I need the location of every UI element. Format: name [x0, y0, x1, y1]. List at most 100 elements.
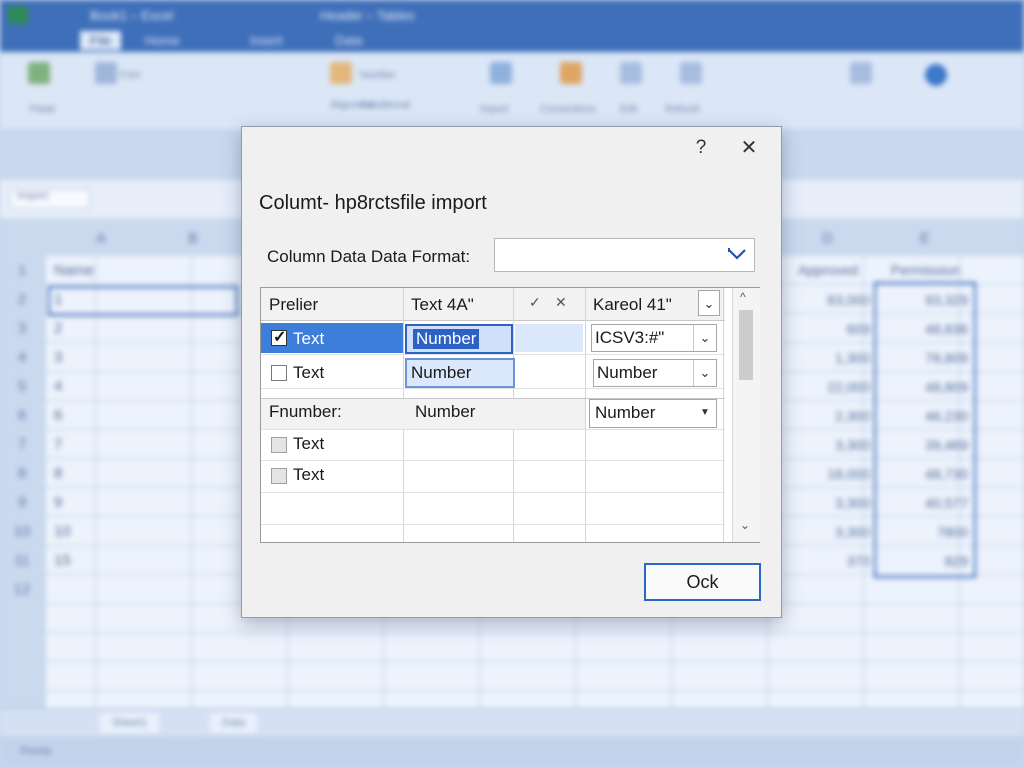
column-header-d[interactable]: D: [822, 230, 833, 247]
cell-a[interactable]: 4: [54, 378, 62, 395]
cell-a[interactable]: 8: [54, 465, 62, 482]
row-divider: [261, 524, 725, 525]
row-number[interactable]: 5: [0, 378, 44, 395]
cell-d[interactable]: 1,300: [790, 350, 870, 366]
close-icon[interactable]: ✕: [555, 294, 567, 311]
format-select[interactable]: [494, 238, 755, 272]
column-header-text[interactable]: Text 4A": [411, 295, 474, 315]
row-number[interactable]: 8: [0, 465, 44, 482]
row-number[interactable]: 7: [0, 436, 44, 453]
row-2-checkbox[interactable]: [271, 365, 287, 381]
row-4-checkbox[interactable]: [271, 437, 287, 453]
row-divider: [261, 354, 725, 355]
column-header-e[interactable]: E: [920, 230, 930, 247]
edit-icon[interactable]: [620, 62, 642, 84]
sheet-tab-data[interactable]: Data: [210, 713, 258, 733]
ribbon-tabs: File Home Insert Data: [0, 30, 1024, 52]
row-3-format-dropdown[interactable]: Number ▼: [589, 399, 717, 428]
row-headers: 1 2 3 4 5 6 7 8 9 10 11 12: [0, 256, 45, 708]
cell-a[interactable]: 10: [54, 523, 71, 540]
scrollbar-thumb[interactable]: [739, 310, 753, 380]
cell-d[interactable]: 3,300: [790, 437, 870, 453]
row-2-number-value: Number: [411, 363, 472, 382]
cell-a[interactable]: 9: [54, 494, 62, 511]
name-box[interactable]: Import: [10, 189, 90, 209]
scroll-down-icon[interactable]: ⌄: [740, 518, 750, 532]
import-dialog: ? ✕ Columt- hp8rctsfile import Column Da…: [241, 126, 782, 618]
row-number[interactable]: 9: [0, 494, 44, 511]
cell-a[interactable]: 15: [54, 552, 71, 569]
cell-d[interactable]: 3,300: [790, 524, 870, 540]
cell-a[interactable]: 7: [54, 436, 62, 453]
row-number[interactable]: 2: [0, 291, 44, 308]
check-icon[interactable]: ✓: [529, 294, 541, 311]
cell-a1-header[interactable]: Name: [54, 262, 94, 279]
cell-d-header[interactable]: Approved: [778, 262, 858, 278]
cell-d[interactable]: 3,300: [790, 495, 870, 511]
cell-d[interactable]: 609: [790, 321, 870, 337]
paste-icon[interactable]: [28, 62, 50, 84]
tab-home[interactable]: Home: [145, 33, 180, 48]
row-number[interactable]: 4: [0, 349, 44, 366]
row-number[interactable]: 12: [0, 581, 44, 598]
table-scrollbar[interactable]: ^ ⌄: [732, 288, 760, 542]
font-icon[interactable]: [95, 62, 117, 84]
import-icon[interactable]: [490, 62, 512, 84]
row-2-format-dropdown[interactable]: Number ⌄: [593, 359, 717, 387]
range-selection-e: [874, 282, 976, 578]
row-2-dropdown-value: Number: [597, 363, 658, 382]
sheet-tab-sheet1[interactable]: Sheet1: [100, 713, 159, 733]
help-circle-icon[interactable]: [925, 64, 947, 86]
row-number[interactable]: 11: [0, 552, 44, 569]
help-button[interactable]: ?: [686, 135, 716, 161]
ribbon: Paste Font Alignment Number Conditional …: [0, 52, 1024, 131]
cell-d[interactable]: 370: [790, 553, 870, 569]
row-4-label: Text: [293, 434, 325, 453]
column-header-b[interactable]: B: [188, 230, 198, 247]
ribbon-label-connections: Connections: [540, 104, 596, 115]
row-1-cell-highlight: [515, 324, 583, 352]
chevron-down-icon: ⌄: [693, 360, 716, 386]
row-3-dropdown-value: Number: [595, 403, 656, 422]
row-1-dropdown-value: ICSV3:#": [595, 328, 665, 347]
tab-file[interactable]: File: [80, 31, 121, 50]
row-number[interactable]: 1: [0, 262, 44, 279]
row-divider: [261, 460, 725, 461]
cell-a[interactable]: 3: [54, 349, 62, 366]
column-header-prelier[interactable]: Prelier: [269, 295, 318, 315]
tab-insert[interactable]: Insert: [250, 33, 283, 48]
cell-a[interactable]: 6: [54, 407, 62, 424]
status-bar: Ready: [0, 736, 1024, 768]
cell-d[interactable]: 83,000: [790, 292, 870, 308]
format-icon[interactable]: [330, 62, 352, 84]
tab-data[interactable]: Data: [335, 33, 362, 48]
cell-d[interactable]: 22,000: [790, 379, 870, 395]
column-header-kareol[interactable]: Kareol 41": [593, 295, 672, 315]
refresh-icon[interactable]: [680, 62, 702, 84]
chevron-down-icon[interactable]: [728, 245, 746, 266]
row-number[interactable]: 10: [0, 523, 44, 540]
ribbon-label-font: Font: [120, 70, 141, 81]
row-divider: [261, 492, 725, 493]
ok-button[interactable]: Ock: [644, 563, 761, 601]
filter-icon[interactable]: [850, 62, 872, 84]
cell-a[interactable]: 2: [54, 320, 62, 337]
cell-d[interactable]: 18,000: [790, 466, 870, 482]
cell-selection-a: [48, 286, 238, 316]
cell-d[interactable]: 2,300: [790, 408, 870, 424]
column-format-table: Prelier Text 4A" ✓ ✕ Kareol 41" ⌄ Text N…: [260, 287, 760, 543]
row-number[interactable]: 3: [0, 320, 44, 337]
window-subtitle: Header – Tables: [320, 8, 415, 23]
row-1-format-dropdown[interactable]: ICSV3:#" ⌄: [591, 324, 717, 352]
cell-e-header[interactable]: Permission: [880, 262, 960, 278]
chevron-down-icon: ⌄: [693, 325, 716, 351]
header-dropdown[interactable]: ⌄: [698, 290, 720, 316]
ribbon-label-edit: Edit: [620, 104, 638, 115]
scroll-up-icon[interactable]: ^: [740, 290, 746, 304]
column-header-a[interactable]: A: [96, 230, 106, 247]
close-button[interactable]: ✕: [732, 135, 766, 161]
row-number[interactable]: 6: [0, 407, 44, 424]
connections-icon[interactable]: [560, 62, 582, 84]
row-1-checkbox[interactable]: [271, 327, 287, 347]
row-5-checkbox[interactable]: [271, 468, 287, 484]
